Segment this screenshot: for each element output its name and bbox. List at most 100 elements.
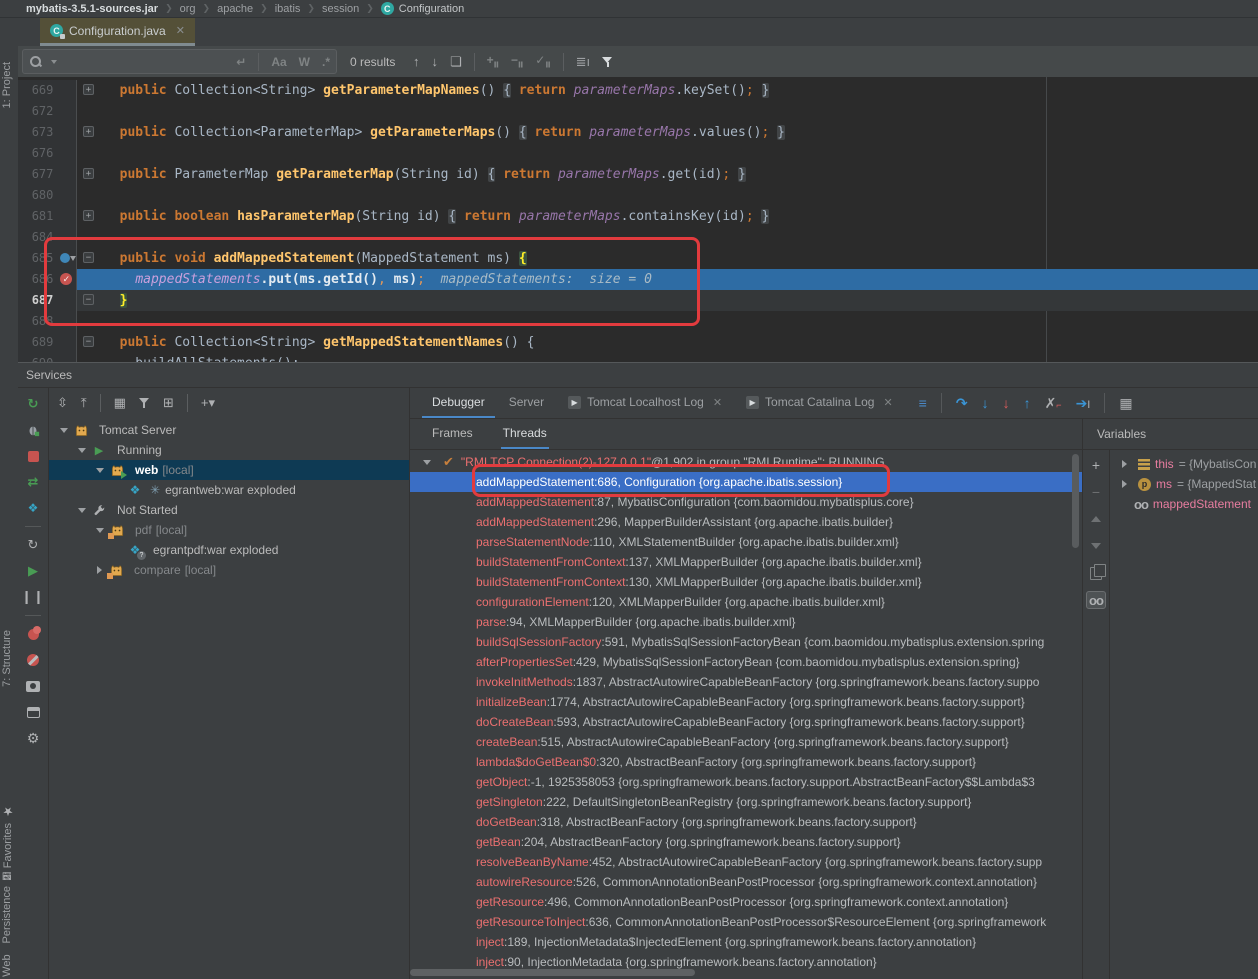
gutter-icon-slot[interactable]	[57, 80, 76, 101]
tab-tomcat-catalina-log[interactable]: ▶Tomcat Catalina Log✕	[736, 389, 903, 418]
layout-icon[interactable]	[25, 704, 41, 720]
code-line[interactable]: 689− public Collection<String> getMapped…	[18, 332, 1258, 353]
chevron-right-icon[interactable]	[97, 566, 102, 574]
line-number[interactable]: 687	[18, 290, 57, 311]
select-all-occurrences-icon[interactable]: ✓Ⅱ	[535, 53, 550, 69]
gutter[interactable]: 681	[18, 206, 77, 227]
tree-item-running[interactable]: ▶Running	[49, 440, 409, 460]
gutter[interactable]: 690	[18, 353, 77, 362]
stack-frame-row[interactable]: addMappedStatement:686, Configuration {o…	[410, 472, 1082, 492]
line-number[interactable]: 685	[18, 248, 57, 269]
step-over-icon[interactable]: ↷	[956, 395, 968, 412]
chevron-right-icon[interactable]	[1122, 460, 1127, 468]
move-down-icon[interactable]	[1086, 537, 1106, 555]
chevron-down-icon[interactable]	[96, 528, 104, 533]
code-line-text[interactable]: − public void addMappedStatement(MappedS…	[77, 248, 1258, 269]
mute-breakpoints-icon[interactable]	[25, 652, 41, 668]
gutter-icon-slot[interactable]	[57, 311, 76, 332]
verified-breakpoint-icon[interactable]: ✓	[60, 273, 72, 285]
tool-window-button----structure[interactable]: 7: Structure	[1, 630, 13, 692]
new-frame-icon[interactable]: ⊞	[163, 395, 174, 411]
tab-configuration-java[interactable]: C Configuration.java ✕	[40, 18, 195, 46]
line-number[interactable]: 673	[18, 122, 57, 143]
chevron-down-icon[interactable]	[78, 448, 86, 453]
line-number[interactable]: 669	[18, 80, 57, 101]
line-number[interactable]: 676	[18, 143, 57, 164]
gutter-icon-slot[interactable]	[57, 332, 76, 353]
gutter[interactable]: 673	[18, 122, 77, 143]
chevron-down-icon[interactable]	[96, 468, 104, 473]
gutter[interactable]: 689	[18, 332, 77, 353]
gutter-icon-slot[interactable]	[57, 122, 76, 143]
thread-dump-icon[interactable]	[25, 678, 41, 694]
line-number[interactable]: 681	[18, 206, 57, 227]
next-occurrence-icon[interactable]: ↓	[432, 54, 439, 69]
horizontal-scrollbar[interactable]	[410, 969, 695, 976]
step-out-icon[interactable]: ↑	[1024, 395, 1031, 411]
code-line[interactable]: 677+ public ParameterMap getParameterMap…	[18, 164, 1258, 185]
threads-view-icon[interactable]: ≡	[919, 395, 927, 411]
code-line-text[interactable]	[77, 311, 1258, 332]
move-up-icon[interactable]	[1086, 510, 1106, 528]
pause-icon[interactable]: ❙❙	[25, 589, 41, 605]
stack-frame-row[interactable]: addMappedStatement:87, MybatisConfigurat…	[410, 492, 1082, 512]
gutter[interactable]: 669	[18, 80, 77, 101]
rerun-icon[interactable]: ↻	[25, 396, 41, 412]
code-line-text[interactable]	[77, 143, 1258, 164]
gutter-icon-slot[interactable]	[57, 227, 76, 248]
gutter[interactable]: 687	[18, 290, 77, 311]
tree-item-web[interactable]: web[local]	[49, 460, 409, 480]
vertical-scrollbar[interactable]	[1072, 454, 1079, 548]
line-number[interactable]: 684	[18, 227, 57, 248]
breadcrumb-item[interactable]: org	[180, 3, 196, 15]
gutter-icon-slot[interactable]	[57, 290, 76, 311]
fold-collapse-icon[interactable]: −	[83, 252, 94, 263]
tab-server[interactable]: Server	[499, 389, 554, 418]
code-line[interactable]: 687− }	[18, 290, 1258, 311]
tree-item-pdf[interactable]: pdf[local]	[49, 520, 409, 540]
code-line[interactable]: 690 buildAllStatements();	[18, 353, 1258, 362]
settings-icon[interactable]: ⚙	[25, 730, 41, 746]
debug-icon[interactable]	[25, 422, 41, 438]
code-line[interactable]: 673 + public Collection<ParameterMap> get…	[18, 122, 1258, 143]
stack-frame-row[interactable]: getResourceToInject:636, CommonAnnotatio…	[410, 912, 1082, 932]
match-case-toggle[interactable]: Aa	[271, 55, 286, 69]
code-line[interactable]: 672	[18, 101, 1258, 122]
stack-frame-row[interactable]: initializeBean:1774, AbstractAutowireCap…	[410, 692, 1082, 712]
remove-watch-icon[interactable]: −	[1086, 483, 1106, 501]
code-line-text[interactable]: + public Collection<String> getParameter…	[77, 80, 1258, 101]
stack-frame-row[interactable]: parse:94, XMLMapperBuilder {org.apache.i…	[410, 612, 1082, 632]
expand-all-icon[interactable]: ⇳	[57, 395, 68, 411]
breadcrumb-item[interactable]: ibatis	[275, 3, 301, 15]
step-into-icon[interactable]: ↓	[982, 395, 989, 411]
code-line-text[interactable]: + public Collection<ParameterMap> getPar…	[77, 122, 1258, 143]
code-line[interactable]: 688	[18, 311, 1258, 332]
regex-toggle[interactable]: .*	[322, 55, 330, 69]
variable-row[interactable]: pms= {MappedStat	[1110, 474, 1258, 494]
run-to-cursor-icon[interactable]: ➔I	[1076, 395, 1091, 412]
code-line-text[interactable]: buildAllStatements();	[77, 353, 1258, 362]
line-number[interactable]: 688	[18, 311, 57, 332]
fold-expand-icon[interactable]: +	[83, 168, 94, 179]
variable-row[interactable]: oomappedStatement	[1110, 494, 1258, 514]
breadcrumb-item[interactable]: apache	[217, 3, 253, 15]
tree-item-compare[interactable]: compare[local]	[49, 560, 409, 580]
stack-frame-row[interactable]: getSingleton:222, DefaultSingletonBeanRe…	[410, 792, 1082, 812]
tree-item-tomcat-server[interactable]: Tomcat Server	[49, 420, 409, 440]
close-icon[interactable]: ✕	[176, 24, 185, 37]
line-number[interactable]: 690	[18, 353, 57, 362]
stack-frame-row[interactable]: configurationElement:120, XMLMapperBuild…	[410, 592, 1082, 612]
drop-frame-icon[interactable]: ✗⌐	[1045, 395, 1062, 412]
tree-item-egrantweb-war-exploded[interactable]: ❖✳egrantweb:war exploded	[49, 480, 409, 500]
fold-collapse-icon[interactable]: −	[83, 294, 94, 305]
chevron-down-icon[interactable]	[78, 508, 86, 513]
chevron-right-icon[interactable]	[1122, 480, 1127, 488]
gutter-icon-slot[interactable]: ✓	[57, 269, 76, 290]
line-number[interactable]: 672	[18, 101, 57, 122]
gutter-icon-slot[interactable]	[57, 248, 76, 269]
code-line[interactable]: 676	[18, 143, 1258, 164]
search-history-chevron-icon[interactable]	[51, 60, 57, 64]
code-line[interactable]: 669 + public Collection<String> getParame…	[18, 80, 1258, 101]
tool-window-button-web[interactable]: ⊕Web	[1, 954, 13, 979]
stack-frame-row[interactable]: buildStatementFromContext:137, XMLMapper…	[410, 552, 1082, 572]
